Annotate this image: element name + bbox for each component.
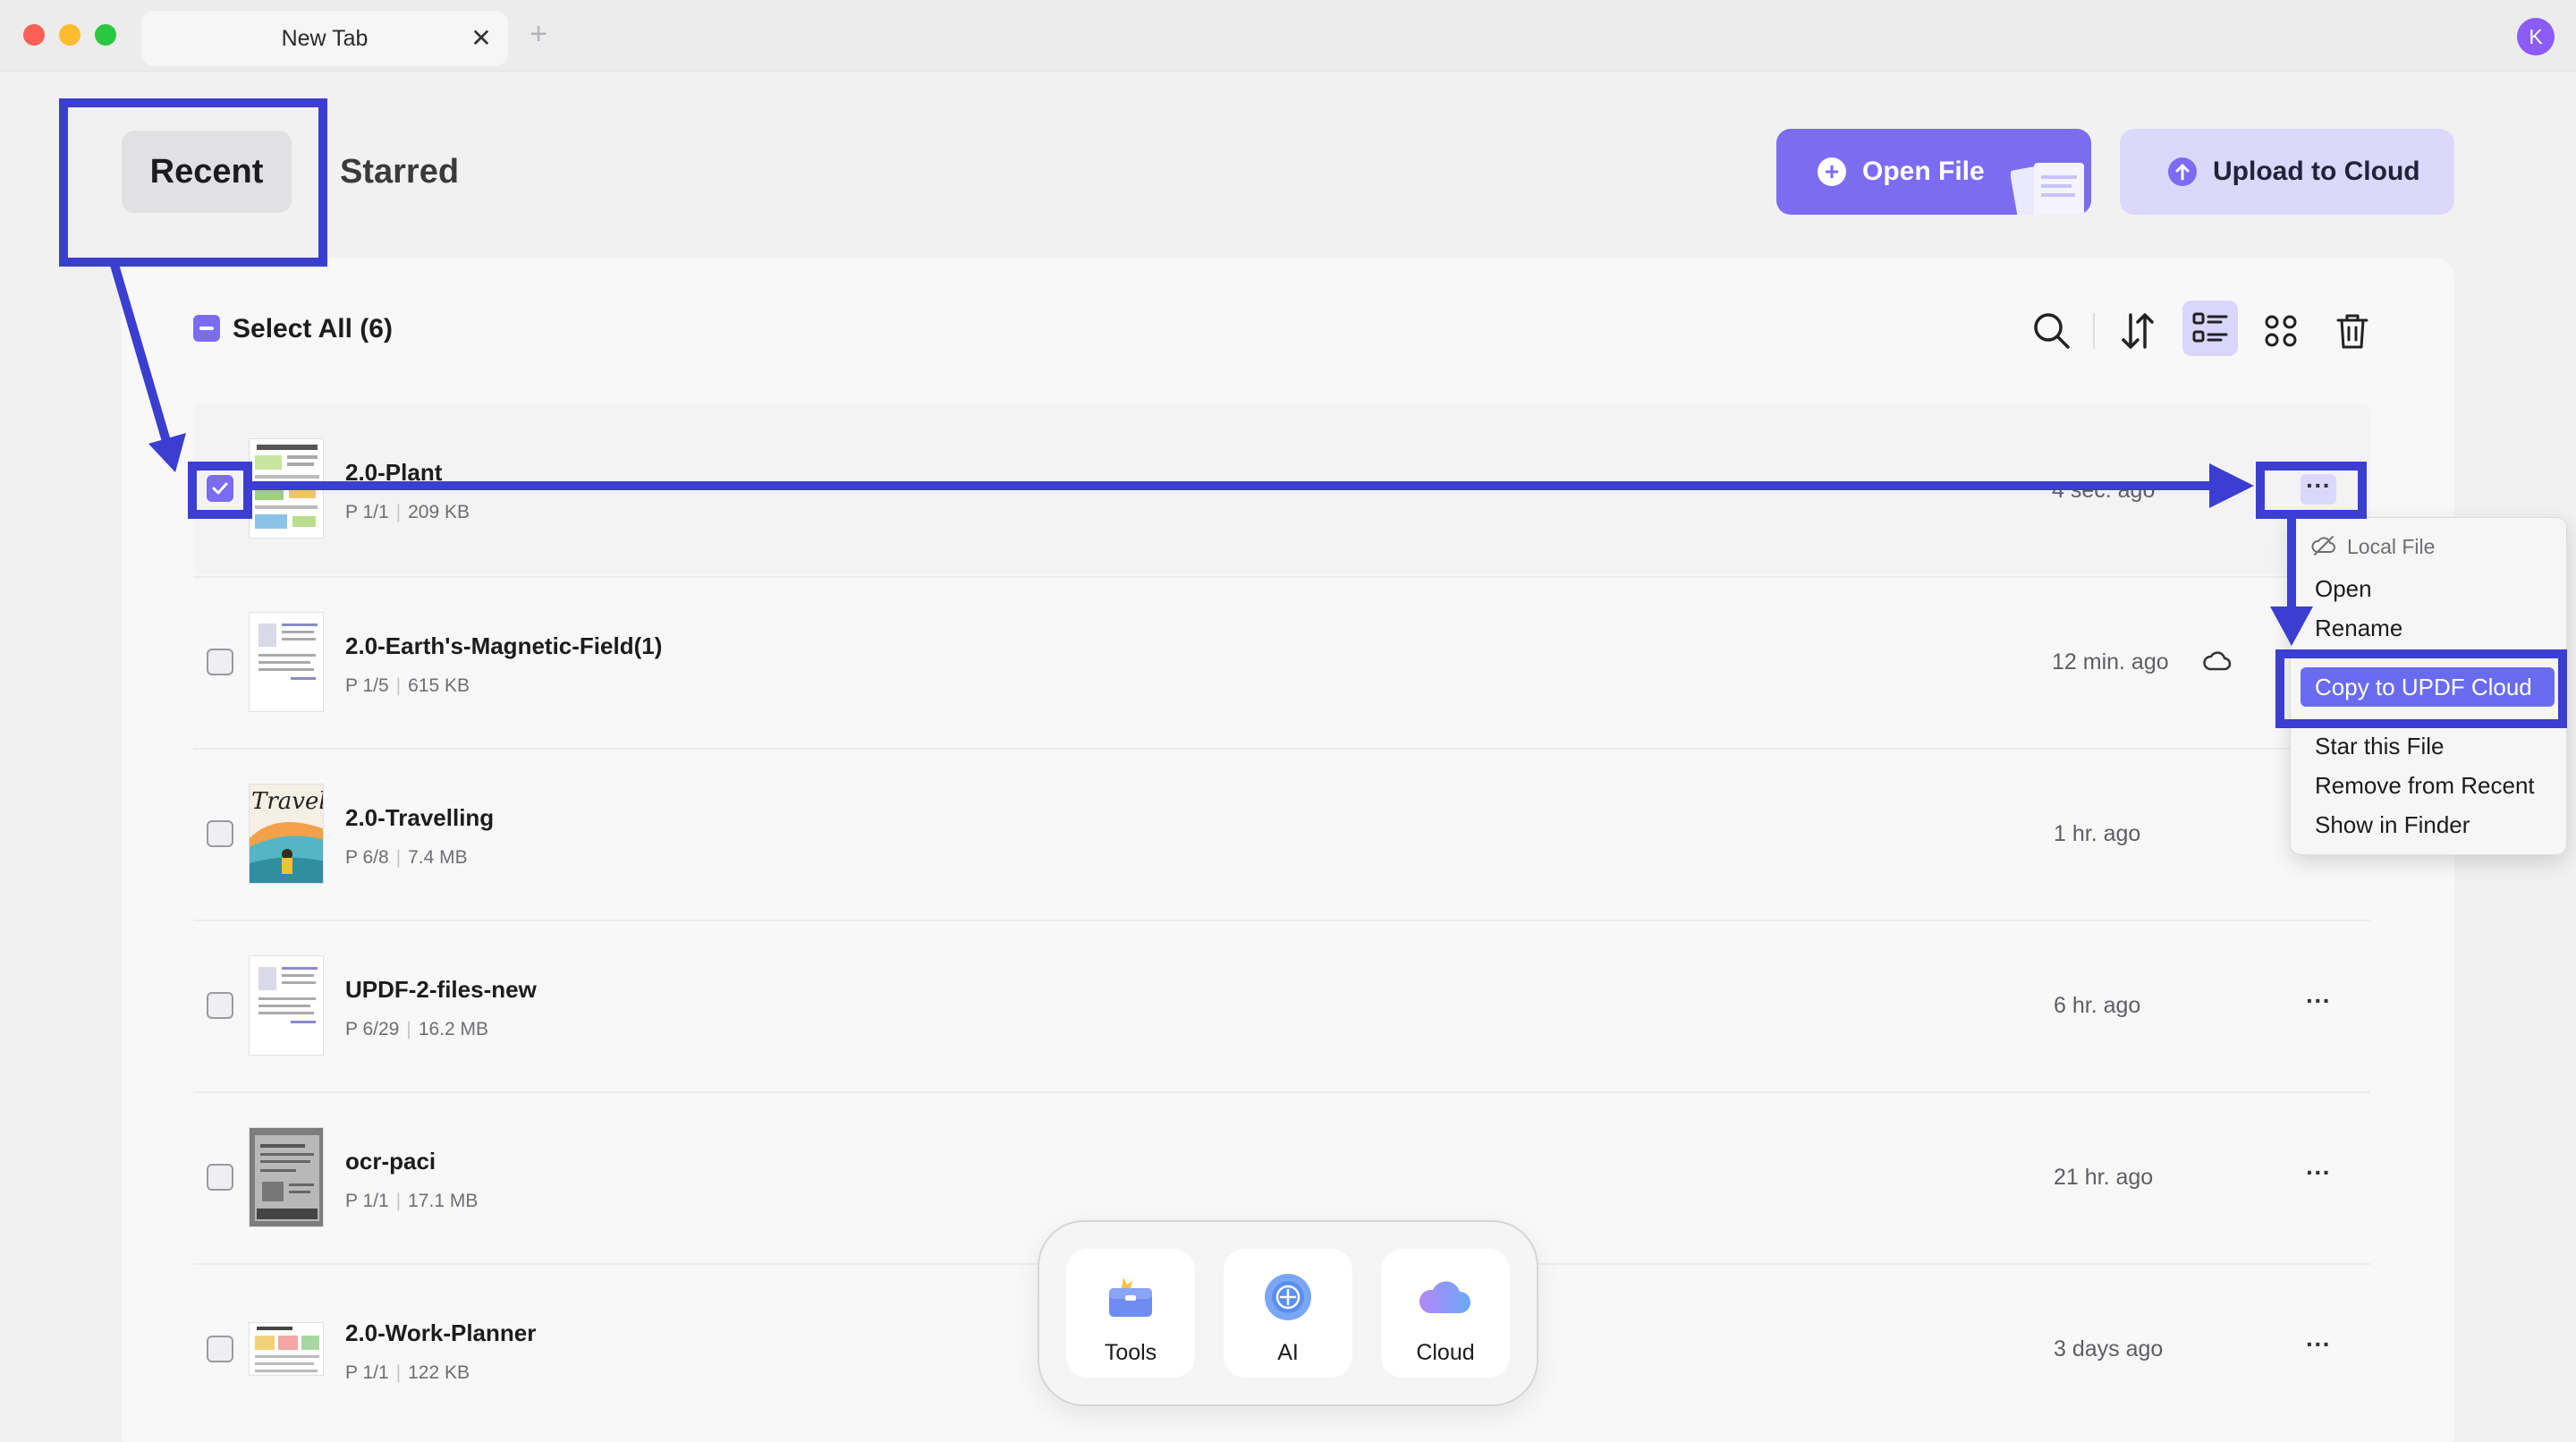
annotation-arrows (110, 263, 2313, 646)
